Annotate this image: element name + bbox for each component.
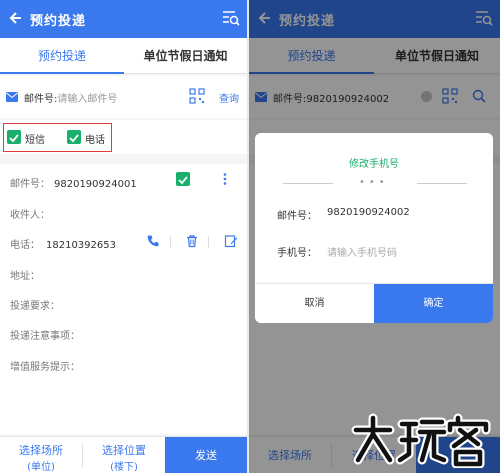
form-delivery-requirement: 投递要求：: [10, 297, 60, 312]
dots-ornament: •••: [359, 177, 389, 188]
active-tab-indicator: [0, 72, 124, 74]
delivery-form: 邮件号： 9820190924001 收件人： 电话： 18210392653 地址: [0, 164, 247, 434]
more-options-icon[interactable]: [218, 172, 232, 186]
app-header: 预约投递: [0, 0, 247, 38]
value-added-label: 增值服务提示：: [10, 362, 80, 373]
tab-holiday-notice[interactable]: 单位节假日通知: [124, 38, 247, 74]
check-icon: [178, 176, 188, 185]
recipient-label: 收件人：: [10, 210, 50, 221]
watermark-logo: [351, 413, 491, 468]
left-screen: 预约投递 预约投递 单位节假日通知 邮件号:请输入邮件号 查询 短信 电话 邮件…: [0, 0, 247, 473]
form-delivery-notes: 投递注意事项：: [10, 327, 80, 342]
mail-number-label: 邮件号：: [10, 179, 50, 190]
choose-place-label: 选择场所: [19, 444, 63, 457]
address-label: 地址：: [10, 271, 40, 282]
icon-separator: [208, 236, 209, 248]
mail-number-label: 邮件号:: [24, 94, 58, 105]
dialog-mail-number-label: 邮件号：: [277, 211, 317, 222]
delete-icon[interactable]: [185, 234, 199, 248]
mail-number-value: 9820190924001: [54, 179, 137, 190]
dialog-title: 修改手机号: [349, 159, 399, 170]
notify-method-row: 短信 电话: [0, 120, 247, 154]
edit-icon[interactable]: [224, 234, 238, 248]
choose-place-button[interactable]: 选择场所 (单位): [0, 437, 82, 473]
mail-number-placeholder: 请输入邮件号: [57, 94, 118, 105]
send-button[interactable]: 发送: [165, 437, 247, 473]
tab-label: 单位节假日通知: [143, 49, 228, 63]
choose-position-button[interactable]: 选择位置 (楼下): [83, 437, 165, 473]
phone-label: 电话：: [10, 240, 40, 251]
confirm-button[interactable]: 确定: [374, 284, 493, 323]
bottom-action-bar: 选择场所 (单位) 选择位置 (楼下) 发送: [0, 436, 247, 473]
mail-icon: [6, 92, 18, 102]
form-value-added: 增值服务提示：: [10, 358, 80, 373]
form-address: 地址：: [10, 267, 40, 282]
right-screen: 预约投递 预约投递 单位节假日通知 邮件号:9820190924002 选择场所…: [249, 0, 500, 473]
mail-number-row: 邮件号:请输入邮件号 查询: [0, 76, 247, 118]
sms-checkbox[interactable]: [7, 130, 21, 144]
check-icon: [9, 134, 19, 143]
tab-appointment-delivery[interactable]: 预约投递: [0, 38, 124, 74]
back-arrow-icon[interactable]: [8, 9, 24, 27]
phone-checkbox[interactable]: [67, 130, 81, 144]
mail-number-field[interactable]: 邮件号:请输入邮件号: [24, 90, 117, 105]
delivery-requirement-label: 投递要求：: [10, 301, 60, 312]
query-button[interactable]: 查询: [219, 90, 239, 105]
title-divider-right: [417, 183, 467, 184]
tab-bar: 预约投递 单位节假日通知: [0, 38, 247, 74]
form-mail-number: 邮件号： 9820190924001: [10, 175, 137, 190]
delivery-notes-label: 投递注意事项：: [10, 331, 80, 342]
choose-position-label: 选择位置: [102, 444, 146, 457]
phone-label: 电话: [85, 135, 105, 146]
call-icon[interactable]: [146, 234, 160, 248]
dialog-phone-input[interactable]: 请输入手机号码: [327, 244, 477, 259]
choose-place-value: (单位): [27, 462, 55, 473]
choose-position-value: (楼下): [110, 462, 138, 473]
dialog-phone-label: 手机号：: [277, 248, 317, 259]
form-recipient: 收件人：: [10, 206, 50, 221]
phone-value: 18210392653: [46, 240, 116, 251]
icon-separator: [170, 236, 171, 248]
sms-label: 短信: [25, 135, 45, 146]
check-icon: [69, 134, 79, 143]
menu-search-icon[interactable]: [221, 9, 241, 27]
form-phone: 电话： 18210392653: [10, 236, 116, 251]
edit-phone-dialog: 修改手机号 ••• 邮件号： 9820190924002 手机号： 请输入手机号…: [255, 133, 493, 323]
dialog-mail-number-value: 9820190924002: [327, 207, 410, 218]
tab-label: 预约投递: [37, 49, 86, 63]
title-divider-left: [283, 183, 333, 184]
item-checkbox[interactable]: [176, 172, 190, 186]
cancel-button[interactable]: 取消: [255, 284, 374, 323]
scan-qr-icon[interactable]: [189, 88, 205, 104]
dialog-buttons: 取消 确定: [255, 283, 493, 323]
page-title: 预约投递: [30, 14, 87, 29]
